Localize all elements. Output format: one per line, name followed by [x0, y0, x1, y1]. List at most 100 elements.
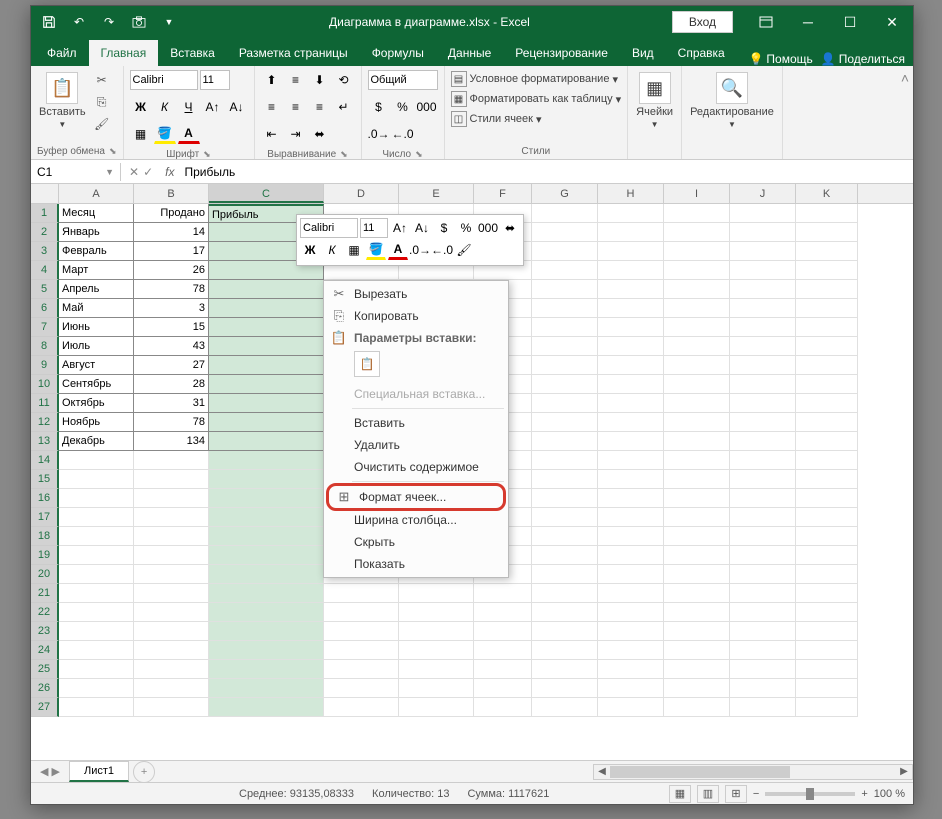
cell[interactable] — [209, 508, 324, 527]
cell[interactable] — [730, 641, 796, 660]
row-header[interactable]: 19 — [31, 546, 59, 565]
cell[interactable] — [796, 546, 858, 565]
cell[interactable] — [209, 318, 324, 337]
cell[interactable]: Декабрь — [59, 432, 134, 451]
cell[interactable]: 134 — [134, 432, 209, 451]
cell[interactable] — [664, 660, 730, 679]
cell[interactable] — [730, 489, 796, 508]
align-top-icon[interactable]: ⬆ — [261, 70, 283, 90]
clipboard-expand-icon[interactable]: ⬊ — [109, 146, 117, 157]
cell[interactable] — [796, 356, 858, 375]
increase-decimal-icon[interactable]: .0→ — [368, 124, 390, 144]
cell[interactable] — [598, 413, 664, 432]
cell[interactable] — [598, 470, 664, 489]
cell[interactable] — [796, 394, 858, 413]
cell[interactable] — [399, 641, 474, 660]
cell[interactable] — [796, 584, 858, 603]
cell[interactable] — [598, 451, 664, 470]
cell[interactable] — [209, 432, 324, 451]
cell[interactable] — [134, 489, 209, 508]
cell[interactable] — [796, 432, 858, 451]
cell[interactable] — [209, 356, 324, 375]
align-right-icon[interactable]: ≡ — [309, 97, 331, 117]
menu-show[interactable]: Показать — [324, 553, 508, 575]
format-as-table-button[interactable]: ▦Форматировать как таблицу ▾ — [451, 90, 622, 108]
cell[interactable] — [598, 660, 664, 679]
zoom-slider[interactable] — [765, 792, 855, 796]
cell[interactable]: Октябрь — [59, 394, 134, 413]
cell[interactable]: Февраль — [59, 242, 134, 261]
cell[interactable] — [532, 223, 598, 242]
number-format-select[interactable] — [368, 70, 438, 90]
row-header[interactable]: 24 — [31, 641, 59, 660]
decrease-indent-icon[interactable]: ⇤ — [261, 124, 283, 144]
tab-help[interactable]: Справка — [666, 40, 737, 66]
cell[interactable] — [664, 679, 730, 698]
cell[interactable] — [796, 698, 858, 717]
font-size-select[interactable] — [200, 70, 230, 90]
cell[interactable] — [730, 356, 796, 375]
cell[interactable] — [399, 603, 474, 622]
cell[interactable]: 27 — [134, 356, 209, 375]
cell[interactable] — [796, 565, 858, 584]
view-normal-icon[interactable]: ▦ — [669, 785, 691, 803]
font-name-select[interactable] — [130, 70, 198, 90]
row-header[interactable]: 7 — [31, 318, 59, 337]
tell-me-button[interactable]: 💡 Помощь — [748, 52, 812, 66]
mini-merge-icon[interactable]: ⬌ — [500, 218, 520, 238]
cell[interactable] — [59, 698, 134, 717]
cell[interactable] — [730, 508, 796, 527]
cell[interactable] — [796, 242, 858, 261]
cell[interactable] — [730, 451, 796, 470]
cell[interactable] — [324, 679, 399, 698]
cell[interactable] — [598, 489, 664, 508]
cell[interactable] — [598, 375, 664, 394]
mini-decimal-inc-icon[interactable]: .0→ — [410, 240, 430, 260]
cell[interactable] — [134, 698, 209, 717]
cell[interactable] — [598, 223, 664, 242]
cell[interactable] — [730, 660, 796, 679]
cell[interactable] — [598, 508, 664, 527]
cell[interactable]: Январь — [59, 223, 134, 242]
cell[interactable] — [664, 546, 730, 565]
cell[interactable] — [134, 527, 209, 546]
cell[interactable] — [598, 432, 664, 451]
row-header[interactable]: 23 — [31, 622, 59, 641]
cell[interactable] — [134, 451, 209, 470]
menu-delete[interactable]: Удалить — [324, 434, 508, 456]
cell[interactable] — [730, 546, 796, 565]
row-header[interactable]: 20 — [31, 565, 59, 584]
row-header[interactable]: 9 — [31, 356, 59, 375]
mini-borders-button[interactable]: ▦ — [344, 240, 364, 260]
cell[interactable] — [59, 527, 134, 546]
cell[interactable]: Месяц — [59, 204, 134, 223]
cell[interactable] — [730, 603, 796, 622]
cell[interactable] — [598, 546, 664, 565]
cell[interactable] — [664, 318, 730, 337]
zoom-out-button[interactable]: − — [753, 788, 759, 800]
cell[interactable] — [796, 223, 858, 242]
decrease-font-icon[interactable]: A↓ — [226, 97, 248, 117]
row-header[interactable]: 27 — [31, 698, 59, 717]
cell[interactable] — [664, 470, 730, 489]
align-center-icon[interactable]: ≡ — [285, 97, 307, 117]
cell[interactable] — [59, 641, 134, 660]
cell[interactable] — [324, 622, 399, 641]
cell[interactable]: Июль — [59, 337, 134, 356]
cell[interactable] — [664, 356, 730, 375]
cancel-formula-icon[interactable]: ✕ — [129, 165, 139, 179]
cell[interactable]: 78 — [134, 280, 209, 299]
cell[interactable] — [796, 679, 858, 698]
cell[interactable] — [664, 451, 730, 470]
cell[interactable] — [474, 660, 532, 679]
cell[interactable] — [664, 508, 730, 527]
row-header[interactable]: 12 — [31, 413, 59, 432]
share-button[interactable]: 👤 Поделиться — [821, 52, 905, 66]
cell[interactable] — [59, 470, 134, 489]
row-header[interactable]: 2 — [31, 223, 59, 242]
cell[interactable] — [796, 299, 858, 318]
increase-font-icon[interactable]: A↑ — [202, 97, 224, 117]
cell[interactable] — [532, 432, 598, 451]
align-left-icon[interactable]: ≡ — [261, 97, 283, 117]
mini-fill-color-button[interactable]: 🪣 — [366, 240, 386, 260]
